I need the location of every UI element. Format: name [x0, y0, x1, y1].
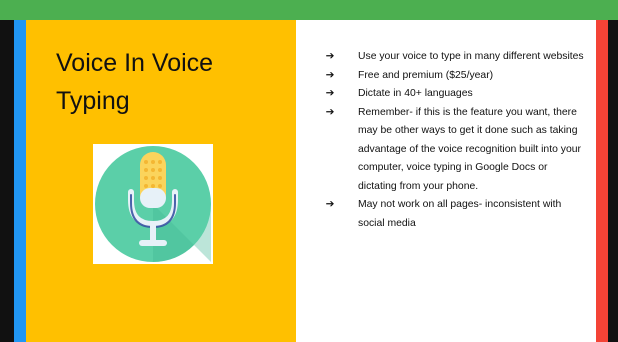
left-dark-edge	[0, 20, 14, 342]
arrow-bullet-icon: ➔	[325, 199, 335, 210]
arrow-bullet-icon: ➔	[325, 88, 335, 99]
right-dark-edge	[608, 20, 618, 342]
bullet-item: ➔ Free and premium ($25/year)	[316, 67, 586, 86]
bullet-text: May not work on all pages- inconsistent …	[358, 199, 562, 229]
bullet-text: Dictate in 40+ languages	[358, 88, 473, 99]
microphone-icon	[93, 144, 213, 264]
bullet-item: ➔ May not work on all pages- inconsistent…	[316, 196, 586, 233]
bullet-item: ➔ Dictate in 40+ languages	[316, 85, 586, 104]
slide-title: Voice In Voice Typing	[56, 49, 214, 115]
slide: Voice In Voice Typing ➔ Use your voice to…	[0, 0, 618, 342]
right-red-stripe	[596, 20, 608, 342]
bullet-text: Use your voice to type in many different…	[358, 51, 584, 62]
bullet-text: Remember- if this is the feature you wan…	[358, 106, 581, 192]
arrow-bullet-icon: ➔	[325, 106, 335, 118]
bullet-item: ➔ Remember- if this is the feature you wa…	[316, 104, 586, 197]
arrow-bullet-icon: ➔	[325, 51, 335, 62]
arrow-bullet-icon: ➔	[325, 69, 335, 81]
bullet-text: Free and premium ($25/year)	[358, 69, 494, 81]
bullet-item: ➔ Use your voice to type in many differen…	[316, 48, 586, 67]
bullet-list: ➔ Use your voice to type in many differen…	[316, 48, 586, 233]
microphone-icon-graphic	[95, 146, 211, 262]
left-blue-stripe	[14, 20, 26, 342]
top-color-bar	[0, 0, 618, 20]
